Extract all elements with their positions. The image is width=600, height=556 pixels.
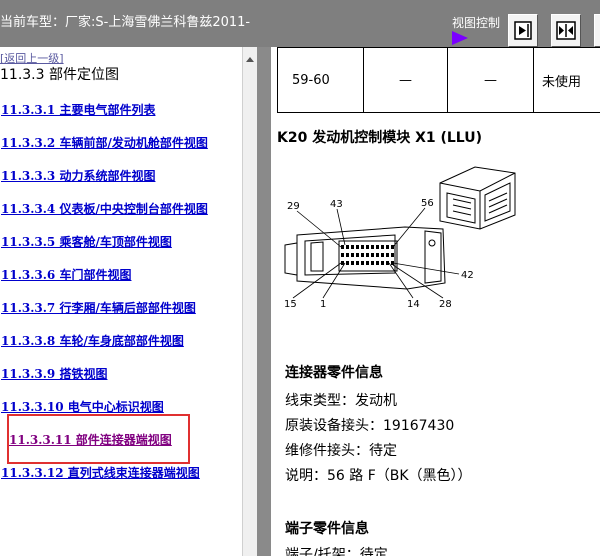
section-title: 11.3.3 部件定位图 [0,67,119,83]
split-view-button[interactable] [551,14,581,47]
terminal-line: 端子/托架：待定 [285,547,388,556]
service-connector: 维修件接头：待定 [285,443,397,459]
next-view-button[interactable] [508,14,538,47]
nav-link-instrument-panel[interactable]: 11.3.3.4 仪表板/中央控制台部件视图 [1,200,208,217]
connector-info-heading: 连接器零件信息 [285,365,383,381]
extra-view-button[interactable] [594,14,600,47]
nav-scrollbar[interactable] [242,47,257,556]
nav-link-passenger-roof[interactable]: 11.3.3.5 乘客舱/车顶部件视图 [1,233,172,250]
connector-face-drawing [284,226,446,290]
section-navigation: [返回上一级] 11.3.3 部件定位图 11.3.3.1 主要电气部件列表 1… [0,47,242,556]
pin-label-29: 29 [287,201,300,212]
oem-connector: 原装设备接头：19167430 [285,418,455,434]
view-control-arrow-icon [452,31,468,45]
connector-description: 说明：56 路 F（BK（黑色）） [285,468,472,484]
connector-pin-grid [341,245,394,265]
module-title: K20 发动机控制模块 X1 (LLU) [277,130,482,146]
pin-label-56: 56 [421,198,434,209]
panel-right-arrow-icon [514,21,532,40]
top-bar: 当前车型：厂家:S-上海雪佛兰科鲁兹2011- 视图控制 [0,0,600,47]
pin-label-42: 42 [461,270,474,281]
nav-link-doors[interactable]: 11.3.3.6 车门部件视图 [1,266,131,283]
harness-type: 线束类型：发动机 [285,393,397,409]
highlight-box [7,414,190,464]
nav-link-trunk-rear[interactable]: 11.3.3.7 行李厢/车辆后部部件视图 [1,299,196,316]
pin-label-15: 15 [284,299,297,310]
pin-label-1: 1 [320,299,326,310]
table-cell-circuit: — [447,47,534,113]
connector-3d-drawing [439,166,516,230]
table-cell-wire: — [363,47,448,113]
nav-link-wheels-underbody[interactable]: 11.3.3.8 车轮/车身底部部件视图 [1,332,184,349]
pin-label-28: 28 [439,299,452,310]
content-pane: 59-60 — — 未使用 K20 发动机控制模块 X1 (LLU) 29 43… [271,47,600,556]
scroll-up-icon[interactable] [246,57,254,62]
nav-link-electrical-center[interactable]: 11.3.3.10 电气中心标识视图 [1,398,164,415]
pin-label-14: 14 [407,299,420,310]
pin-label-43: 43 [330,199,343,210]
table-cell-pin: 59-60 [277,47,364,113]
table-row: 59-60 — — 未使用 [277,47,600,113]
nav-link-inline-connectors[interactable]: 11.3.3.12 直列式线束连接器端视图 [1,464,200,481]
nav-link-main-components[interactable]: 11.3.3.1 主要电气部件列表 [1,101,155,118]
table-cell-function: 未使用 [533,47,600,113]
pin-table: 59-60 — — 未使用 [277,47,600,113]
pane-splitter[interactable] [257,47,271,556]
current-vehicle-label: 当前车型：厂家:S-上海雪佛兰科鲁兹2011- [0,15,251,30]
connector-diagram: 29 43 56 42 15 1 14 28 [284,166,516,310]
nav-link-ground[interactable]: 11.3.3.9 搭铁视图 [1,365,107,382]
nav-link-powertrain[interactable]: 11.3.3.3 动力系统部件视图 [1,167,155,184]
split-arrows-icon [556,21,576,40]
terminal-info-heading: 端子零件信息 [285,521,369,537]
view-control-label: 视图控制 [452,16,501,30]
nav-link-front-engine[interactable]: 11.3.3.2 车辆前部/发动机舱部件视图 [1,134,208,151]
